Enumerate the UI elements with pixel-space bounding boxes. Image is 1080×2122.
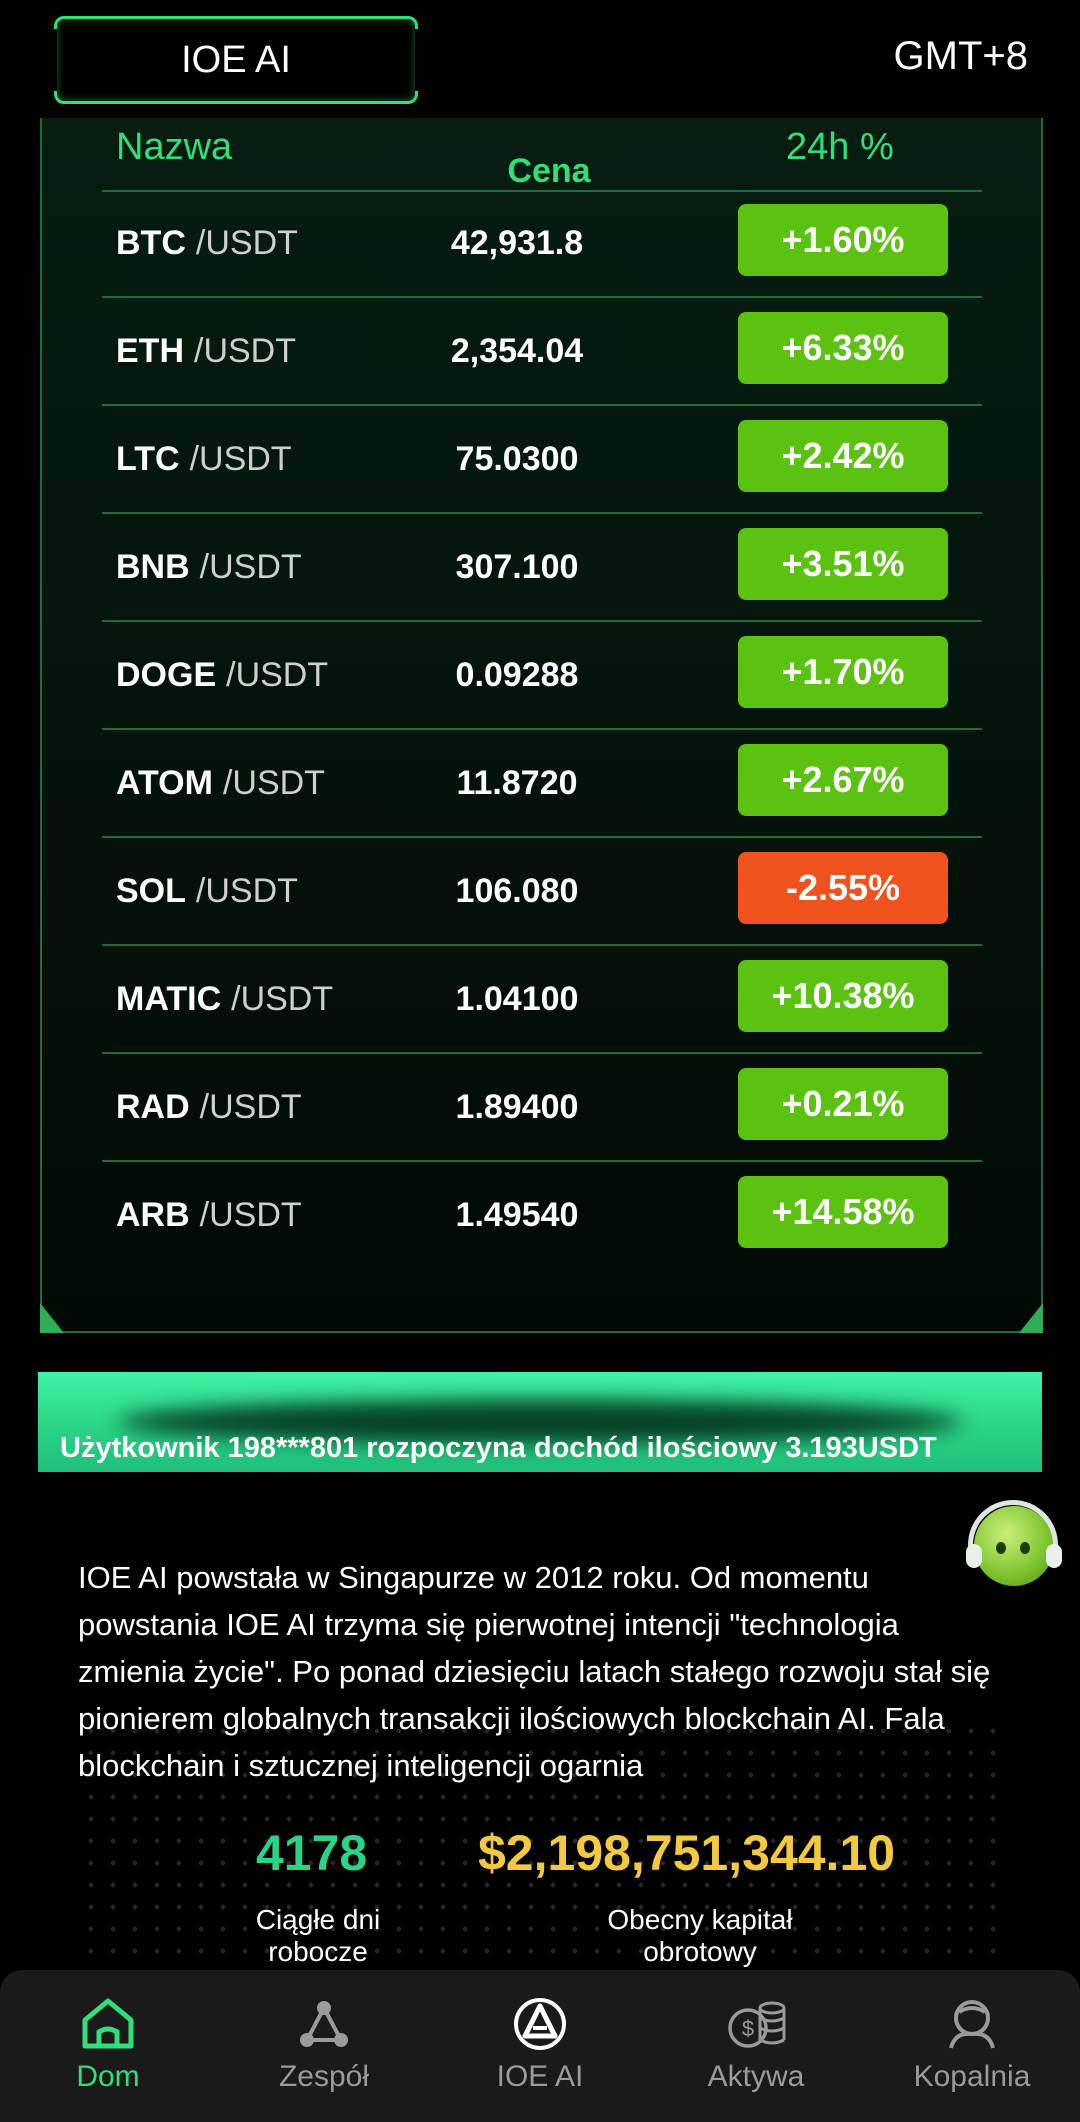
mine-icon [949, 2000, 995, 2049]
pair-symbol: ATOM [116, 764, 213, 802]
pair-symbol: ARB [116, 1196, 190, 1234]
pair-price: 0.09288 [455, 656, 579, 694]
app-title: IOE AI [181, 38, 291, 81]
bottom-nav: Dom Zespół IOE AI $ Aktywa Kopalnia [0, 1970, 1080, 2122]
column-change-header: 24h % [786, 126, 894, 168]
pair-price: 307.100 [455, 548, 579, 586]
timezone-label: GMT+8 [893, 34, 1028, 78]
app-header: IOE AI GMT+8 [0, 0, 1080, 118]
market-row-bnb[interactable]: BNB/USDT 307.100 +3.51% [102, 514, 982, 622]
pair-price: 42,931.8 [450, 224, 584, 262]
pair-price: 75.0300 [455, 440, 579, 478]
working-days-value: 4178 [256, 1825, 368, 1881]
market-row-ltc[interactable]: LTC/USDT 75.0300 +2.42% [102, 406, 982, 514]
pair-price: 1.04100 [455, 980, 579, 1018]
pair-quote: /USDT [194, 332, 296, 370]
app-title-frame: IOE AI [53, 16, 419, 104]
nav-label: Kopalnia [913, 2060, 1031, 2093]
column-price-header: Cena [507, 152, 591, 190]
market-row-arb[interactable]: ARB/USDT 1.49540 +14.58% [102, 1162, 982, 1268]
pair-label: DOGE/USDT [116, 656, 328, 695]
pair-price: 106.080 [455, 872, 579, 910]
nav-item-kopalnia[interactable]: Kopalnia [882, 1996, 1062, 2094]
change-badge: +6.33% [738, 312, 948, 384]
market-row-atom[interactable]: ATOM/USDT 11.8720 +2.67% [102, 730, 982, 838]
change-badge: +1.70% [738, 636, 948, 708]
change-badge: +2.42% [738, 420, 948, 492]
home-icon [82, 1998, 134, 2049]
market-row-eth[interactable]: ETH/USDT 2,354.04 +6.33% [102, 298, 982, 406]
change-badge: +1.60% [738, 204, 948, 276]
pair-symbol: BTC [116, 224, 186, 262]
pair-symbol: DOGE [116, 656, 217, 694]
pair-symbol: BNB [116, 548, 190, 586]
pair-quote: /USDT [199, 1196, 302, 1234]
market-row-doge[interactable]: DOGE/USDT 0.09288 +1.70% [102, 622, 982, 730]
pair-price: 2,354.04 [450, 332, 584, 370]
pair-label: SOL/USDT [116, 872, 298, 911]
pair-quote: /USDT [222, 764, 325, 802]
change-badge: +10.38% [738, 960, 948, 1032]
pair-label: MATIC/USDT [116, 980, 333, 1019]
notice-text: Użytkownik 198***801 rozpoczyna dochód i… [60, 1432, 937, 1464]
change-badge: +0.21% [738, 1068, 948, 1140]
pair-quote: /USDT [226, 656, 329, 694]
pair-label: BNB/USDT [116, 548, 302, 587]
pair-quote: /USDT [231, 980, 334, 1018]
pair-label: LTC/USDT [116, 440, 292, 479]
change-badge: -2.55% [738, 852, 948, 924]
team-icon [300, 2001, 348, 2047]
pair-label: ARB/USDT [116, 1196, 302, 1235]
nav-item-dom[interactable]: Dom [18, 1996, 198, 2094]
market-table-header: Nazwa Cena 24h % [102, 118, 982, 192]
pair-quote: /USDT [199, 548, 302, 586]
nav-item-aktywa[interactable]: $ Aktywa [666, 1996, 846, 2094]
pair-label: ATOM/USDT [116, 764, 325, 803]
headset-icon [968, 1500, 1058, 1550]
market-row-btc[interactable]: BTC/USDT 42,931.8 +1.60% [102, 190, 982, 298]
change-badge: +14.58% [738, 1176, 948, 1248]
about-text: IOE AI powstała w Singapurze w 2012 roku… [78, 1560, 991, 1783]
pair-price: 1.49540 [455, 1196, 579, 1234]
svg-text:$: $ [742, 2016, 754, 2041]
capital-value: $2,198,751,344.10 [478, 1825, 896, 1881]
pair-quote: /USDT [189, 440, 292, 478]
nav-label: Aktywa [707, 2060, 805, 2093]
pair-quote: /USDT [195, 224, 298, 262]
pair-price: 11.8720 [456, 764, 578, 802]
panel-corner-decoration [1019, 1303, 1043, 1333]
market-row-sol[interactable]: SOL/USDT 106.080 -2.55% [102, 838, 982, 946]
pair-symbol: MATIC [116, 980, 222, 1018]
change-badge: +2.67% [738, 744, 948, 816]
change-badge: +3.51% [738, 528, 948, 600]
headset-ear [1046, 1544, 1062, 1568]
nav-item-ioe-ai[interactable]: IOE AI [450, 1996, 630, 2094]
pair-label: BTC/USDT [116, 224, 298, 263]
market-row-matic[interactable]: MATIC/USDT 1.04100 +10.38% [102, 946, 982, 1054]
ioe-logo-icon [514, 1998, 566, 2050]
pair-symbol: LTC [116, 440, 180, 478]
nav-label: Zespół [278, 2060, 370, 2093]
nav-item-zespol[interactable]: Zespół [234, 1996, 414, 2094]
pair-symbol: ETH [116, 332, 184, 370]
nav-label: Dom [76, 2060, 140, 2093]
coins-icon: $ [728, 2001, 786, 2048]
market-row-rad[interactable]: RAD/USDT 1.89400 +0.21% [102, 1054, 982, 1162]
working-days-label: Ciągłe dni robocze [255, 1904, 381, 1967]
pair-quote: /USDT [195, 872, 298, 910]
pair-symbol: SOL [116, 872, 186, 910]
pair-label: RAD/USDT [116, 1088, 302, 1127]
market-panel: Nazwa Cena 24h % BTC/USDT 42,931.8 +1.60% E… [40, 118, 1043, 1333]
pair-price: 1.89400 [455, 1088, 579, 1126]
capital-label: Obecny kapitał obrotowy [607, 1904, 793, 1967]
nav-label: IOE AI [496, 2060, 584, 2093]
pair-quote: /USDT [199, 1088, 302, 1126]
panel-corner-decoration [40, 1303, 64, 1333]
pair-symbol: RAD [116, 1088, 190, 1126]
earnings-notice-banner: Użytkownik 198***801 rozpoczyna dochód i… [38, 1372, 1042, 1472]
column-name-header: Nazwa [116, 126, 233, 168]
market-table-body: BTC/USDT 42,931.8 +1.60% ETH/USDT 2,354.04 +6… [102, 190, 982, 1268]
pair-label: ETH/USDT [116, 332, 296, 371]
